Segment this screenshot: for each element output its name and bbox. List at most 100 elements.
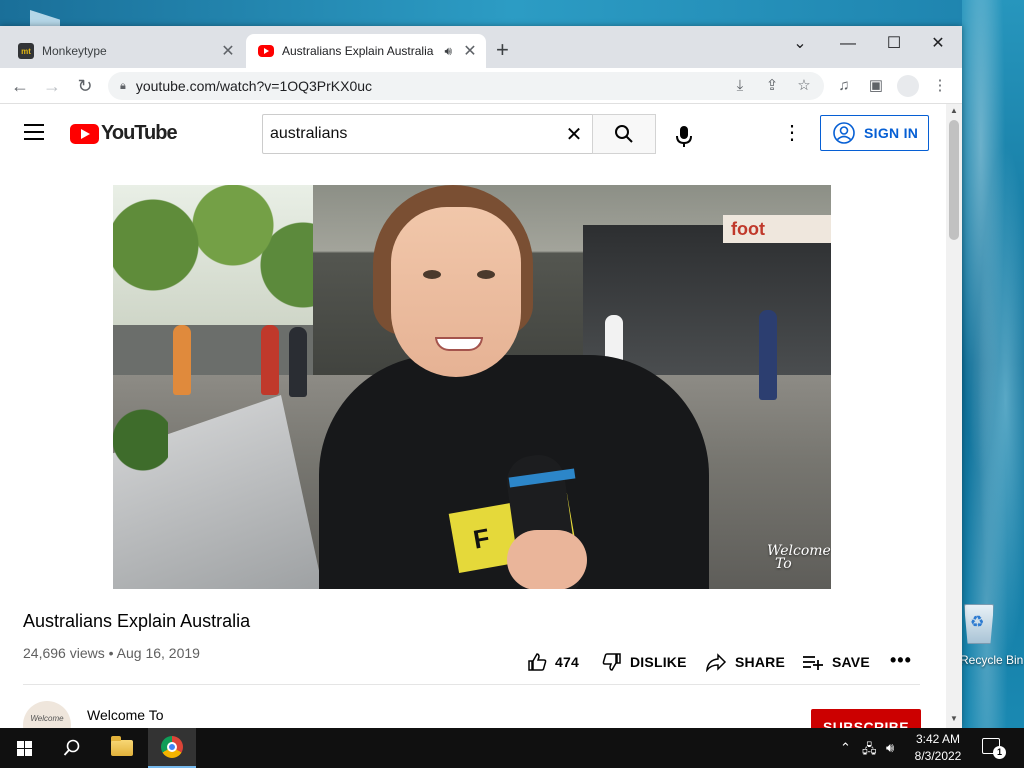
recycle-bin-desktop-icon[interactable]: ♻ Recycle Bin xyxy=(960,600,1024,670)
reload-icon[interactable]: ↻ xyxy=(73,74,97,98)
side-panel-icon[interactable]: ▣ xyxy=(864,74,888,98)
monkeytype-icon: mt xyxy=(18,43,34,59)
address-bar[interactable]: 🔒︎ youtube.com/watch?v=1OQ3PrKX0uc xyxy=(108,72,824,100)
dislike-button[interactable]: DISLIKE xyxy=(602,644,687,680)
thumbs-up-icon xyxy=(527,652,547,672)
browser-toolbar: ← → ↻ 🔒︎ youtube.com/watch?v=1OQ3PrKX0uc… xyxy=(0,68,962,104)
subscribe-button[interactable]: SUBSCRIBE xyxy=(811,709,921,728)
settings-kebab-icon[interactable]: ⋮ xyxy=(780,122,804,146)
youtube-icon xyxy=(258,45,274,57)
account-icon xyxy=(833,122,855,144)
youtube-wordmark: YouTube xyxy=(101,122,178,144)
playlist-add-icon xyxy=(802,652,824,672)
bookmark-star-icon[interactable]: ☆ xyxy=(794,76,814,96)
share-arrow-icon xyxy=(705,652,727,672)
video-frame-smile xyxy=(435,337,483,351)
channel-name[interactable]: Welcome To xyxy=(87,707,164,723)
video-frame-pedestrian xyxy=(759,310,777,400)
tab-title: Australians Explain Australia xyxy=(282,44,434,58)
recycle-bin-label: Recycle Bin xyxy=(960,653,1024,667)
maximize-button[interactable]: ☐ xyxy=(874,30,914,58)
hamburger-menu-icon[interactable] xyxy=(24,124,44,140)
share-button[interactable]: SHARE xyxy=(705,644,785,680)
back-arrow-icon[interactable]: ← xyxy=(8,74,32,98)
video-title: Australians Explain Australia xyxy=(23,611,251,631)
windows-logo-icon xyxy=(16,740,32,756)
video-frame-person-face xyxy=(391,207,521,377)
scrollbar-thumb[interactable] xyxy=(949,120,959,240)
video-frame-pedestrian xyxy=(261,325,279,395)
minimize-button[interactable]: — xyxy=(828,30,868,58)
dislike-label: DISLIKE xyxy=(630,654,687,670)
channel-avatar[interactable]: Welcome xyxy=(23,701,71,728)
new-tab-button[interactable]: + xyxy=(496,38,509,62)
close-tab-icon[interactable]: ✕ xyxy=(218,41,238,61)
tab-monkeytype[interactable]: mt Monkeytype ✕ xyxy=(8,34,244,68)
video-watermark: Welcome To xyxy=(767,544,831,572)
lock-icon[interactable]: 🔒︎ xyxy=(120,80,126,93)
search-query: australians xyxy=(270,125,348,142)
scroll-up-icon[interactable]: ▲ xyxy=(950,106,958,115)
video-meta: 24,696 views • Aug 16, 2019 xyxy=(23,645,200,661)
video-frame-hand xyxy=(507,530,587,589)
recycle-arrows-icon: ♻ xyxy=(970,614,985,631)
start-button[interactable] xyxy=(0,728,48,768)
folder-icon xyxy=(111,736,133,756)
network-icon[interactable]: 🖧︎ xyxy=(862,740,877,762)
save-button[interactable]: SAVE xyxy=(802,644,870,680)
media-control-icon[interactable]: ♫ xyxy=(832,74,856,98)
install-icon[interactable]: ⤓ xyxy=(730,76,750,96)
voice-search-button[interactable] xyxy=(664,117,704,157)
thumbs-down-icon xyxy=(602,652,622,672)
action-center-button[interactable]: 1 xyxy=(982,738,1006,759)
youtube-page: YouTube australians ✕ ⋮ SIGN IN foot F W… xyxy=(0,104,946,728)
video-frame-eye xyxy=(477,270,495,279)
video-frame-bush xyxy=(113,405,168,475)
divider xyxy=(23,684,920,685)
desktop-background-top xyxy=(0,0,1024,26)
page-scrollbar[interactable]: ▲ ▼ xyxy=(946,104,962,728)
tab-youtube[interactable]: Australians Explain Australia 🔊︎ ✕ xyxy=(246,34,486,68)
search-taskbar-button[interactable] xyxy=(48,728,96,768)
chrome-icon xyxy=(161,736,183,758)
tab-strip: mt Monkeytype ✕ Australians Explain Aust… xyxy=(0,26,962,68)
profile-avatar[interactable] xyxy=(896,74,920,98)
clock-time: 3:42 AM xyxy=(915,732,961,746)
microphone-icon xyxy=(676,126,692,147)
clock-date: 8/3/2022 xyxy=(914,749,962,763)
view-count: 24,696 views xyxy=(23,645,105,661)
share-page-icon[interactable]: ⇪ xyxy=(762,76,782,96)
sign-in-label: SIGN IN xyxy=(864,125,919,141)
chrome-window: mt Monkeytype ✕ Australians Explain Aust… xyxy=(0,26,962,728)
clear-search-icon[interactable]: ✕ xyxy=(556,122,592,147)
youtube-play-icon xyxy=(70,123,99,144)
close-window-button[interactable]: ✕ xyxy=(918,30,958,58)
windows-taskbar: ⌃ 🖧︎ 🔊︎ 3:42 AM 8/3/2022 1 xyxy=(0,728,1024,768)
sign-in-button[interactable]: SIGN IN xyxy=(820,115,929,151)
search-icon xyxy=(615,125,633,143)
watermark-line: To xyxy=(775,556,792,572)
youtube-logo[interactable]: YouTube xyxy=(70,122,178,145)
file-explorer-button[interactable] xyxy=(98,728,146,768)
notification-badge: 1 xyxy=(993,746,1006,759)
search-button[interactable] xyxy=(592,114,656,154)
volume-icon[interactable]: 🔊︎ xyxy=(886,740,894,756)
more-actions-icon[interactable]: ••• xyxy=(890,650,912,671)
tab-search-icon[interactable]: ⌄ xyxy=(780,30,820,58)
chrome-taskbar-button[interactable] xyxy=(148,728,196,768)
like-button[interactable]: 474 xyxy=(527,644,579,680)
search-input[interactable]: australians ✕ xyxy=(262,114,593,154)
tab-title: Monkeytype xyxy=(42,44,107,58)
chrome-menu-icon[interactable]: ⋮ xyxy=(928,74,952,98)
system-clock[interactable]: 3:42 AM 8/3/2022 xyxy=(902,731,974,765)
speaker-icon[interactable]: 🔊︎ xyxy=(444,44,452,59)
scroll-down-icon[interactable]: ▼ xyxy=(950,714,958,723)
forward-arrow-icon[interactable]: → xyxy=(40,74,64,98)
meta-separator: • xyxy=(108,645,117,661)
video-frame-pedestrian xyxy=(289,327,307,397)
show-hidden-icons-chevron-icon[interactable]: ⌃ xyxy=(840,740,851,756)
video-frame-sign: foot xyxy=(723,215,831,243)
upload-date: Aug 16, 2019 xyxy=(116,645,200,661)
close-tab-icon[interactable]: ✕ xyxy=(460,41,480,61)
video-player[interactable]: foot F Welcome To xyxy=(113,185,831,589)
